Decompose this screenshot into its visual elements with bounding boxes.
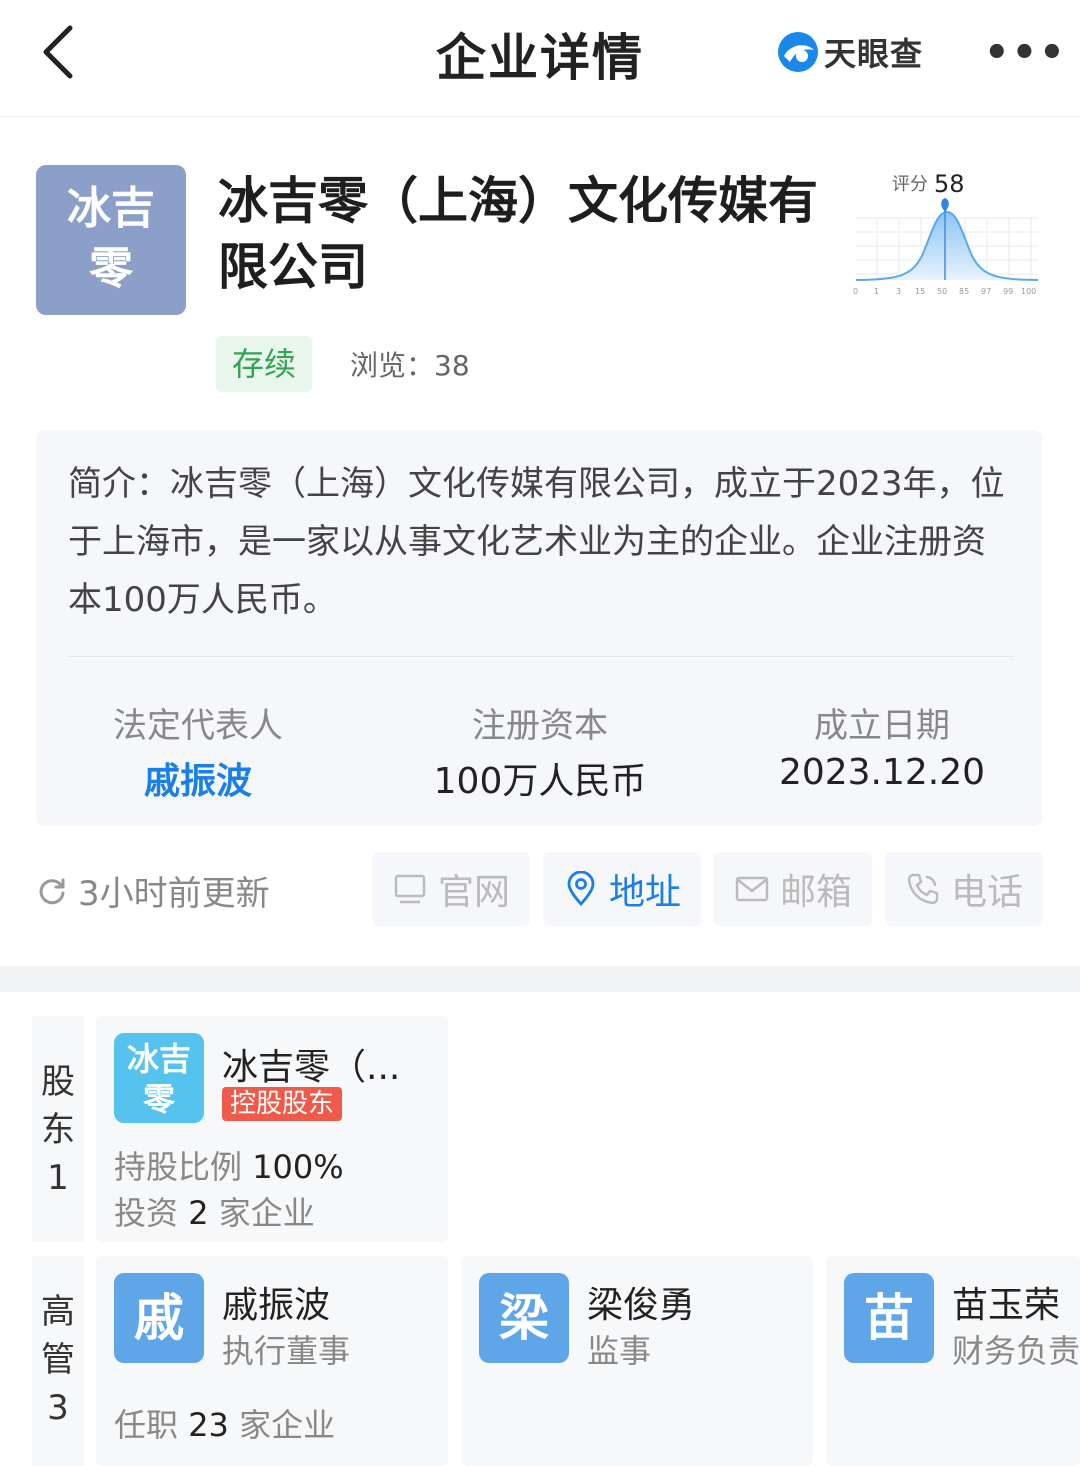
investment-prefix: 投资 — [114, 1194, 179, 1232]
score-axis-tick: 1 — [874, 287, 879, 296]
website-button[interactable]: 官网 — [372, 852, 530, 926]
update-status: 3小时前更新 — [36, 866, 270, 915]
holding-ratio-value: 100% — [252, 1148, 344, 1186]
score-value: 58 — [934, 170, 965, 198]
executive-avatar: 苗 — [844, 1273, 934, 1363]
brand-name: 天眼查 — [824, 35, 924, 73]
score-axis-tick: 100 — [1021, 287, 1036, 296]
more-options-button[interactable]: ••• — [984, 30, 1067, 76]
executive-role: 执行董事 — [222, 1332, 351, 1370]
posts-count: 23 — [188, 1406, 229, 1444]
divider — [68, 656, 1014, 657]
score-axis-tick: 3 — [896, 287, 901, 296]
executive-posts: 任职 23 家企业 — [114, 1400, 335, 1446]
posts-prefix: 任职 — [114, 1406, 179, 1444]
score-axis-tick: 15 — [915, 287, 925, 296]
executive-name[interactable]: 苗玉荣 — [952, 1276, 1080, 1328]
email-button[interactable]: 邮箱 — [714, 852, 872, 926]
refresh-icon — [39, 878, 65, 904]
company-name: 冰吉零（上海）文化传媒有限公司 — [218, 172, 818, 296]
founded-date-value: 2023.12.20 — [778, 752, 986, 793]
avatar-line: 冰吉 — [126, 1040, 191, 1078]
status-badge: 存续 — [216, 336, 312, 392]
address-button[interactable]: 地址 — [543, 852, 701, 926]
company-logo-line: 零 — [89, 243, 133, 294]
shareholder-avatar: 冰吉 零 — [114, 1033, 204, 1123]
score-chart[interactable]: 评分 58 0 1 3 15 50 85 97 99 100 — [852, 166, 1042, 300]
avatar-line: 零 — [142, 1080, 175, 1118]
score-axis-tick: 99 — [1003, 287, 1013, 296]
email-label: 邮箱 — [779, 872, 852, 913]
registered-capital-value: 100万人民币 — [433, 761, 647, 802]
monitor-icon — [394, 874, 426, 904]
executive-avatar: 梁 — [479, 1273, 569, 1363]
score-axis-tick: 85 — [959, 287, 969, 296]
score-axis-tick: 97 — [981, 287, 991, 296]
holding-ratio: 持股比例 100% — [114, 1142, 344, 1188]
phone-icon — [907, 873, 939, 905]
company-logo-line: 冰吉 — [67, 183, 155, 234]
website-label: 官网 — [437, 872, 510, 913]
update-text: 3小时前更新 — [78, 874, 270, 914]
side-label-count: 3 — [47, 1388, 69, 1428]
executive-role: 财务负责 — [952, 1332, 1080, 1370]
address-label: 地址 — [608, 872, 681, 913]
stat-label-founded: 成立日期 — [814, 706, 950, 746]
controlling-shareholder-badge: 控股股东 — [222, 1087, 343, 1121]
view-count: 浏览：38 — [350, 349, 470, 382]
investment-suffix: 家企业 — [218, 1194, 315, 1232]
score-axis-tick: 0 — [853, 287, 858, 296]
company-intro[interactable]: 简介：冰吉零（上海）文化传媒有限公司，成立于2023年，位于上海市，是一家以从事… — [68, 455, 1008, 629]
holding-ratio-label: 持股比例 — [114, 1148, 243, 1186]
side-label-char: 管 — [41, 1340, 75, 1380]
executive-avatar: 戚 — [114, 1273, 204, 1363]
investment-count: 投资 2 家企业 — [114, 1188, 315, 1234]
mail-icon — [735, 876, 769, 902]
side-label-char: 高 — [41, 1292, 75, 1332]
company-logo: 冰吉 零 — [36, 165, 186, 315]
section-separator — [0, 966, 1080, 992]
brand-logo: 天眼查 — [776, 30, 923, 74]
score-label: 评分 — [892, 174, 928, 195]
legal-representative-link[interactable]: 戚振波 — [28, 752, 368, 804]
side-label-char: 股 — [41, 1062, 75, 1102]
tianyancha-eye-icon — [778, 32, 818, 72]
side-label-count: 1 — [47, 1158, 69, 1198]
phone-button[interactable]: 电话 — [885, 852, 1043, 926]
stat-label-capital: 注册资本 — [472, 706, 608, 746]
stat-label-legal-rep: 法定代表人 — [113, 706, 283, 746]
executives-side-label[interactable]: 高 管 3 — [32, 1256, 84, 1466]
phone-label: 电话 — [950, 872, 1023, 913]
posts-suffix: 家企业 — [239, 1406, 336, 1444]
executive-name[interactable]: 梁俊勇 — [587, 1276, 695, 1328]
executive-role: 监事 — [587, 1332, 652, 1370]
shareholders-side-label[interactable]: 股 东 1 — [32, 1016, 84, 1242]
score-marker-icon — [941, 198, 949, 212]
side-label-char: 东 — [41, 1110, 75, 1150]
investment-count-value: 2 — [188, 1194, 209, 1232]
score-axis-tick: 50 — [937, 287, 947, 296]
executive-name[interactable]: 戚振波 — [222, 1276, 330, 1328]
location-pin-icon — [567, 871, 595, 907]
shareholder-name[interactable]: 冰吉零（... — [222, 1038, 400, 1090]
